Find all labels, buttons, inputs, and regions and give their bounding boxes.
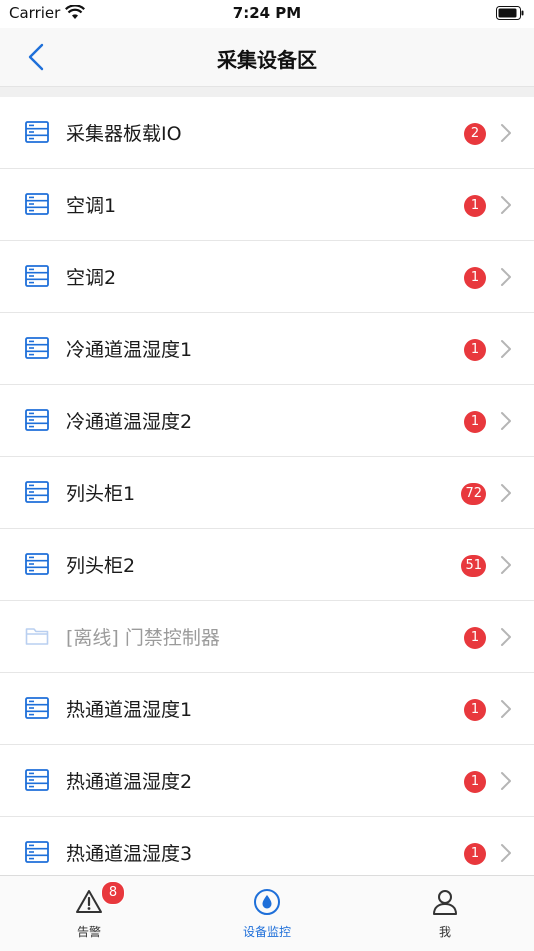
chevron-right-icon (500, 771, 512, 791)
alarm-count-badge: 1 (464, 627, 486, 649)
alarm-count-badge: 1 (464, 771, 486, 793)
device-name: [离线] 门禁控制器 (66, 627, 220, 649)
alarm-count-badge: 1 (464, 339, 486, 361)
list-item[interactable]: 列头柜2 51 (0, 529, 534, 601)
alarm-count-badge: 1 (464, 699, 486, 721)
server-icon (25, 337, 49, 359)
alarm-count-badge: 1 (464, 267, 486, 289)
server-icon (25, 553, 49, 575)
chevron-right-icon (500, 627, 512, 647)
device-name: 热通道温湿度1 (66, 699, 193, 721)
tab-me[interactable]: 我 (356, 876, 534, 951)
chevron-right-icon (500, 555, 512, 575)
device-name: 空调1 (66, 195, 117, 217)
chevron-right-icon (500, 195, 512, 215)
list-item[interactable]: 冷通道温湿度1 1 (0, 313, 534, 385)
alarm-count-badge: 1 (464, 411, 486, 433)
list-item[interactable]: 热通道温湿度2 1 (0, 745, 534, 817)
device-name: 空调2 (66, 267, 117, 289)
battery-icon (496, 6, 524, 20)
device-name: 列头柜1 (66, 483, 136, 505)
folder-icon (25, 625, 49, 647)
server-icon (25, 121, 49, 143)
status-time: 7:24 PM (232, 4, 302, 22)
chevron-right-icon (500, 483, 512, 503)
server-icon (25, 769, 49, 791)
tab-label: 设备监控 (242, 925, 291, 939)
status-bar: Carrier 7:24 PM (0, 0, 534, 28)
alarm-count-badge: 1 (464, 195, 486, 217)
list-item[interactable]: 列头柜1 72 (0, 457, 534, 529)
user-icon (433, 890, 457, 915)
chevron-right-icon (500, 699, 512, 719)
chevron-right-icon (500, 339, 512, 359)
chevron-right-icon (500, 843, 512, 863)
device-name: 冷通道温湿度2 (66, 411, 193, 433)
warning-icon (76, 890, 102, 913)
device-name: 冷通道温湿度1 (66, 339, 193, 361)
list-item[interactable]: 采集器板载IO 2 (0, 97, 534, 169)
device-list: 采集器板载IO 2 空调1 1 空调2 1 冷通道温湿度1 1 冷通道温湿度2 1 列头柜1 72 列头… (0, 97, 534, 889)
device-name: 热通道温湿度2 (66, 771, 193, 793)
monitor-drop-icon (254, 889, 280, 915)
device-name: 采集器板载IO (66, 123, 182, 145)
tab-label: 告警 (76, 925, 101, 939)
server-icon (25, 841, 49, 863)
alarm-count-badge: 1 (464, 843, 486, 865)
list-item[interactable]: 冷通道温湿度2 1 (0, 385, 534, 457)
list-item[interactable]: 空调2 1 (0, 241, 534, 313)
tab-bar: 8 告警 设备监控 我 (0, 875, 534, 951)
device-name: 列头柜2 (66, 555, 136, 577)
alarm-count-badge: 72 (461, 483, 486, 505)
list-item[interactable]: 热通道温湿度1 1 (0, 673, 534, 745)
server-icon (25, 193, 49, 215)
tab-device-monitor[interactable]: 设备监控 (178, 876, 356, 951)
server-icon (25, 481, 49, 503)
page-title: 采集设备区 (217, 48, 317, 72)
chevron-right-icon (500, 411, 512, 431)
alarm-count-badge: 2 (464, 123, 486, 145)
server-icon (25, 409, 49, 431)
chevron-right-icon (500, 267, 512, 287)
device-name: 热通道温湿度3 (66, 843, 193, 865)
server-icon (25, 697, 49, 719)
tab-label: 我 (438, 925, 451, 939)
tab-alarm[interactable]: 8 告警 (0, 876, 178, 951)
server-icon (25, 265, 49, 287)
list-item[interactable]: 空调1 1 (0, 169, 534, 241)
navigation-bar: 采集设备区 (0, 28, 534, 86)
alarm-count-badge: 8 (101, 881, 125, 905)
list-item[interactable]: [离线] 门禁控制器 1 (0, 601, 534, 673)
chevron-right-icon (500, 123, 512, 143)
alarm-count-badge: 51 (461, 555, 486, 577)
